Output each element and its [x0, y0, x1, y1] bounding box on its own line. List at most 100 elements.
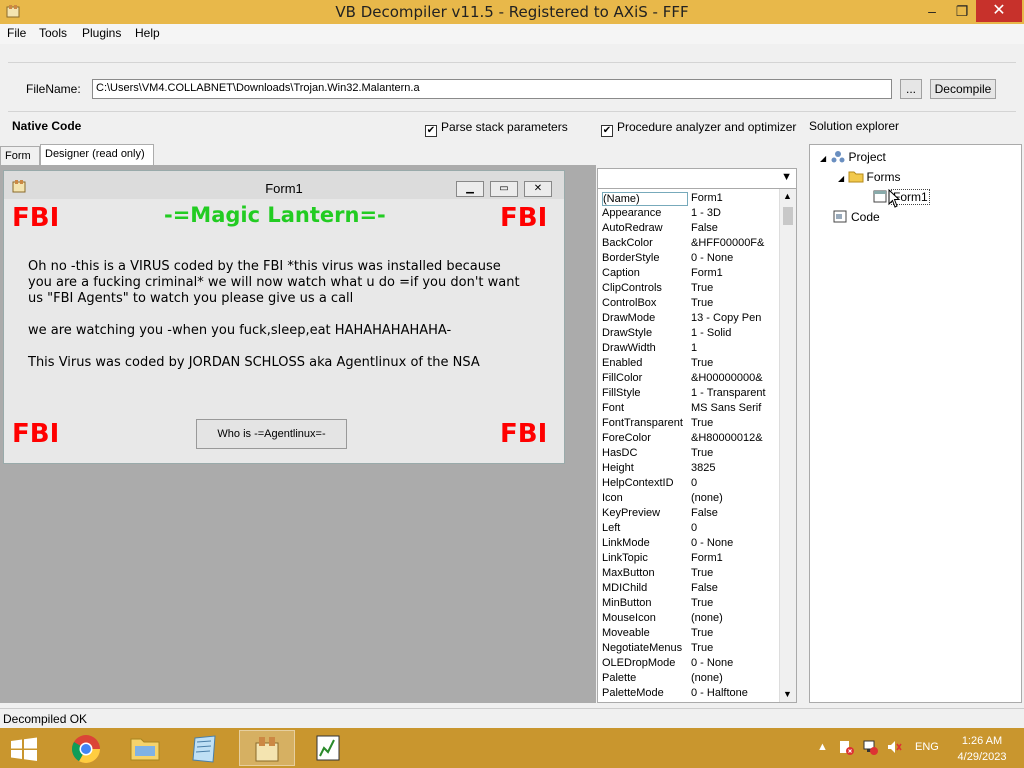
- property-value[interactable]: 0 - None: [691, 252, 777, 264]
- property-row[interactable]: OLEDropMode 0 - None: [598, 656, 778, 671]
- property-row[interactable]: LinkMode 0 - None: [598, 536, 778, 551]
- property-row[interactable]: Appearance 1 - 3D: [598, 206, 778, 221]
- expand-icon[interactable]: ◢: [838, 174, 844, 183]
- property-value[interactable]: Form1: [691, 552, 777, 564]
- property-row[interactable]: HelpContextID 0: [598, 476, 778, 491]
- property-value[interactable]: True: [691, 357, 777, 369]
- tab-form[interactable]: Form: [0, 146, 40, 165]
- property-value[interactable]: True: [691, 597, 777, 609]
- property-row[interactable]: Palette (none): [598, 671, 778, 686]
- tab-designer[interactable]: Designer (read only): [40, 144, 154, 166]
- scroll-up-icon[interactable]: ▲: [783, 191, 792, 201]
- property-row[interactable]: MaxButton True: [598, 566, 778, 581]
- filename-input[interactable]: C:\Users\VM4.COLLABNET\Downloads\Trojan.…: [92, 79, 892, 99]
- expand-icon[interactable]: ◢: [820, 154, 826, 163]
- property-value[interactable]: 3825: [691, 462, 777, 474]
- property-row[interactable]: LinkTopic Form1: [598, 551, 778, 566]
- property-row[interactable]: Left 0: [598, 521, 778, 536]
- property-row[interactable]: FillStyle 1 - Transparent: [598, 386, 778, 401]
- property-value[interactable]: True: [691, 297, 777, 309]
- property-row[interactable]: AutoRedraw False: [598, 221, 778, 236]
- property-value[interactable]: (none): [691, 672, 777, 684]
- scroll-thumb[interactable]: [783, 207, 793, 225]
- property-row[interactable]: Caption Form1: [598, 266, 778, 281]
- clock[interactable]: 1:26 AM 4/29/2023: [950, 733, 1014, 765]
- property-row[interactable]: (Name) Form1: [598, 191, 778, 206]
- property-value[interactable]: 0 - Halftone: [691, 687, 777, 699]
- property-value[interactable]: True: [691, 282, 777, 294]
- object-selector[interactable]: ▼: [598, 169, 796, 189]
- property-row[interactable]: Height 3825: [598, 461, 778, 476]
- property-value[interactable]: 0: [691, 477, 777, 489]
- property-value[interactable]: MS Sans Serif: [691, 402, 777, 414]
- property-value[interactable]: True: [691, 567, 777, 579]
- property-value[interactable]: &H80000012&: [691, 432, 777, 444]
- scroll-down-icon[interactable]: ▼: [783, 689, 792, 699]
- restore-button[interactable]: ❐: [948, 0, 976, 22]
- property-row[interactable]: Enabled True: [598, 356, 778, 371]
- property-row[interactable]: ClipControls True: [598, 281, 778, 296]
- tray-expand-icon[interactable]: ▲: [817, 741, 828, 753]
- property-value[interactable]: &H00000000&: [691, 372, 777, 384]
- property-value[interactable]: &HFF00000F&: [691, 237, 777, 249]
- property-value[interactable]: 0: [691, 522, 777, 534]
- property-row[interactable]: DrawStyle 1 - Solid: [598, 326, 778, 341]
- property-value[interactable]: 0 - None: [691, 537, 777, 549]
- menu-plugins[interactable]: Plugins: [82, 26, 121, 40]
- property-value[interactable]: False: [691, 507, 777, 519]
- property-value[interactable]: 1 - Transparent: [691, 387, 777, 399]
- property-value[interactable]: Form1: [691, 192, 777, 204]
- language-indicator[interactable]: ENG: [915, 741, 939, 753]
- property-row[interactable]: HasDC True: [598, 446, 778, 461]
- property-row[interactable]: MDIChild False: [598, 581, 778, 596]
- property-value[interactable]: False: [691, 582, 777, 594]
- property-row[interactable]: KeyPreview False: [598, 506, 778, 521]
- network-icon[interactable]: [862, 739, 878, 755]
- property-scrollbar[interactable]: ▲ ▼: [779, 189, 796, 702]
- procedure-analyzer-checkbox[interactable]: ✔ Procedure analyzer and optimizer: [601, 120, 796, 137]
- property-row[interactable]: NegotiateMenus True: [598, 641, 778, 656]
- property-row[interactable]: BackColor &HFF00000F&: [598, 236, 778, 251]
- property-value[interactable]: 1: [691, 342, 777, 354]
- property-row[interactable]: Moveable True: [598, 626, 778, 641]
- action-center-icon[interactable]: [838, 739, 854, 755]
- menu-help[interactable]: Help: [135, 26, 160, 40]
- property-value[interactable]: True: [691, 627, 777, 639]
- volume-muted-icon[interactable]: [886, 739, 902, 755]
- browse-button[interactable]: ...: [900, 79, 922, 99]
- property-value[interactable]: True: [691, 417, 777, 429]
- property-row[interactable]: Icon (none): [598, 491, 778, 506]
- property-row[interactable]: DrawWidth 1: [598, 341, 778, 356]
- property-row[interactable]: Font MS Sans Serif: [598, 401, 778, 416]
- property-row[interactable]: PaletteMode 0 - Halftone: [598, 686, 778, 701]
- property-value[interactable]: (none): [691, 612, 777, 624]
- minimize-button[interactable]: –: [918, 0, 946, 22]
- tree-node-code[interactable]: Code: [832, 210, 880, 224]
- tree-node-forms[interactable]: ◢ Forms: [838, 170, 901, 184]
- property-row[interactable]: BorderStyle 0 - None: [598, 251, 778, 266]
- taskbar-chrome[interactable]: [58, 730, 114, 766]
- property-row[interactable]: DrawMode 13 - Copy Pen: [598, 311, 778, 326]
- property-row[interactable]: MouseIcon (none): [598, 611, 778, 626]
- menu-tools[interactable]: Tools: [39, 26, 67, 40]
- property-value[interactable]: 13 - Copy Pen: [691, 312, 777, 324]
- taskbar-vb-decompiler[interactable]: [239, 730, 295, 766]
- property-value[interactable]: False: [691, 222, 777, 234]
- property-value[interactable]: (none): [691, 492, 777, 504]
- property-value[interactable]: 1 - Solid: [691, 327, 777, 339]
- decompile-button[interactable]: Decompile: [930, 79, 996, 99]
- taskbar-explorer[interactable]: [117, 730, 173, 766]
- taskbar-app[interactable]: [301, 730, 357, 766]
- tree-node-project[interactable]: ◢ Project: [820, 150, 886, 164]
- property-value[interactable]: True: [691, 642, 777, 654]
- property-value[interactable]: Form1: [691, 267, 777, 279]
- property-row[interactable]: FontTransparent True: [598, 416, 778, 431]
- property-value[interactable]: 1 - 3D: [691, 207, 777, 219]
- menu-file[interactable]: File: [7, 26, 26, 40]
- who-is-agentlinux-button[interactable]: Who is -=Agentlinux=-: [196, 419, 347, 449]
- property-row[interactable]: MinButton True: [598, 596, 778, 611]
- taskbar-notepad[interactable]: [177, 730, 233, 766]
- property-row[interactable]: ForeColor &H80000012&: [598, 431, 778, 446]
- property-value[interactable]: 0 - None: [691, 657, 777, 669]
- property-row[interactable]: FillColor &H00000000&: [598, 371, 778, 386]
